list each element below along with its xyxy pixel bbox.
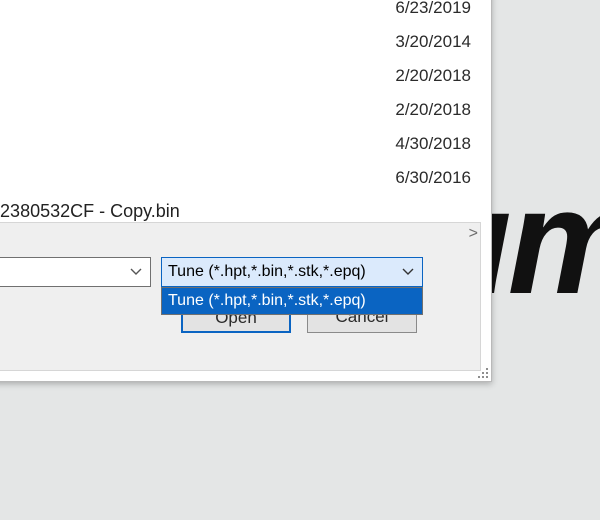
file-type-filter-dropdown: Tune (*.hpt,*.bin,*.stk,*.epq) — [161, 287, 423, 315]
file-date[interactable]: 3/20/2014 — [395, 25, 471, 59]
file-date[interactable]: 6/23/2019 — [395, 0, 471, 25]
file-type-filter-selected: Tune (*.hpt,*.bin,*.stk,*.epq) — [168, 263, 366, 280]
filename-input-combo[interactable] — [0, 257, 151, 287]
chevron-down-icon[interactable] — [130, 268, 142, 276]
file-name-truncated[interactable]: 31ul 32380532CF - Copy.bin — [0, 201, 180, 222]
chevron-down-icon[interactable] — [402, 268, 414, 276]
file-type-filter-combo[interactable]: Tune (*.hpt,*.bin,*.stk,*.epq) — [161, 257, 423, 287]
file-date[interactable]: 2/20/2018 — [395, 93, 471, 127]
scroll-right-icon[interactable]: > — [469, 225, 478, 243]
file-list-dates-column: 6/23/2019 3/20/2014 2/20/2018 2/20/2018 … — [395, 0, 471, 195]
file-open-dialog: 6/23/2019 3/20/2014 2/20/2018 2/20/2018 … — [0, 0, 492, 382]
file-type-filter-option[interactable]: Tune (*.hpt,*.bin,*.stk,*.epq) — [162, 288, 422, 314]
resize-grip-icon[interactable] — [474, 364, 488, 378]
file-date[interactable]: 2/20/2018 — [395, 59, 471, 93]
file-date[interactable]: 4/30/2018 — [395, 127, 471, 161]
file-date[interactable]: 6/30/2016 — [395, 161, 471, 195]
